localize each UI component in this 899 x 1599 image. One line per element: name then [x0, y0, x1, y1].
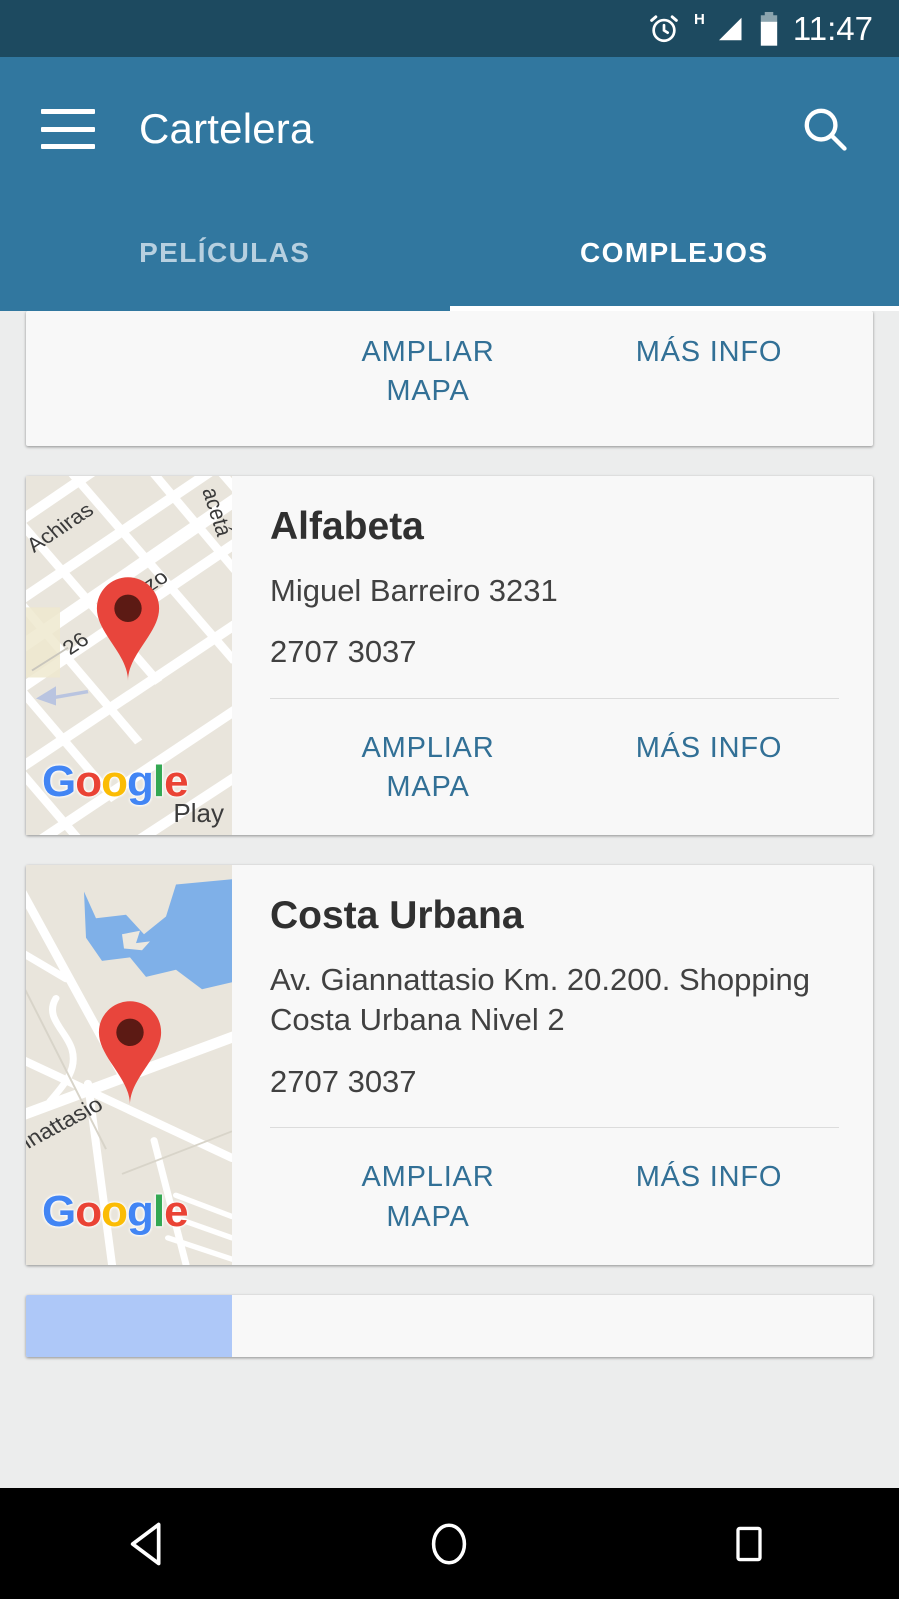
map-place-label: Play [173, 798, 224, 829]
page-title: Cartelera [139, 105, 314, 152]
tab-complejos[interactable]: COMPLEJOS [449, 201, 899, 311]
venue-phone: 2707 3037 [270, 634, 417, 670]
tab-peliculas[interactable]: PELÍCULAS [0, 201, 450, 311]
status-bar: H 11:47 [0, 0, 899, 57]
status-bar-clock: 11:47 [792, 9, 873, 47]
map-pin-icon [96, 577, 160, 681]
more-info-button[interactable]: MÁS INFO [594, 729, 824, 768]
android-screen: H 11:47 Cartelera PELÍCULAS COMPLEJOS AM… [0, 0, 899, 1599]
venue-card[interactable]: Google AMPLIARMAPA MÁS INFO [26, 311, 873, 446]
recents-button[interactable] [701, 1496, 797, 1592]
venue-address: Miguel Barreiro 3231 [270, 572, 558, 608]
venue-details: AMPLIAR MAPA MÁS INFO [232, 311, 873, 439]
battery-icon [758, 11, 780, 47]
map-thumbnail[interactable] [26, 1294, 232, 1357]
back-button[interactable] [102, 1496, 198, 1592]
map-pin-icon [98, 1001, 162, 1106]
card-actions: AMPLIAR MAPA MÁS INFO [270, 699, 839, 835]
venue-list[interactable]: Google AMPLIARMAPA MÁS INFO [0, 311, 899, 1488]
expand-map-button[interactable]: AMPLIAR MAPA [328, 729, 528, 807]
map-thumbnail[interactable]: Achiras acetá Marzo 26 Google Play [26, 476, 232, 836]
venue-address: Av. Giannattasio Km. 20.200. Shopping Co… [270, 962, 810, 1038]
hamburger-menu-icon[interactable] [41, 109, 95, 149]
network-type-label: H [694, 11, 705, 28]
android-navigation-bar [0, 1488, 899, 1599]
home-button[interactable] [401, 1496, 497, 1592]
signal-icon [713, 14, 745, 44]
card-actions: AMPLIAR MAPA MÁS INFO [270, 1128, 839, 1264]
venue-phone: 2707 3037 [270, 1063, 417, 1099]
venue-name: Alfabeta [270, 505, 424, 548]
search-icon[interactable] [799, 103, 851, 155]
venue-details: Alfabeta Miguel Barreiro 3231 2707 3037 … [232, 476, 873, 835]
map-thumbnail[interactable]: inattasio Google [26, 865, 232, 1265]
more-info-button[interactable]: MÁS INFO [594, 1158, 824, 1197]
google-watermark: Google [42, 757, 189, 807]
venue-card[interactable]: inattasio Google Costa Urbana Av. Gianna… [26, 865, 873, 1265]
tab-bar: PELÍCULAS COMPLEJOS [0, 201, 899, 311]
alarm-icon [647, 12, 681, 46]
venue-card[interactable] [26, 1294, 873, 1357]
card-actions: AMPLIAR MAPA MÁS INFO [270, 311, 839, 439]
venue-details [232, 1295, 873, 1357]
venue-card[interactable]: Achiras acetá Marzo 26 Google Play Alfab… [26, 476, 873, 836]
expand-map-button[interactable]: AMPLIAR MAPA [328, 333, 528, 411]
venue-details: Costa Urbana Av. Giannattasio Km. 20.200… [232, 865, 873, 1265]
more-info-button[interactable]: MÁS INFO [594, 333, 824, 372]
expand-map-button[interactable]: AMPLIAR MAPA [328, 1158, 528, 1236]
google-watermark: Google [42, 1186, 189, 1236]
venue-name: Costa Urbana [270, 894, 524, 938]
app-bar: Cartelera [0, 57, 899, 201]
